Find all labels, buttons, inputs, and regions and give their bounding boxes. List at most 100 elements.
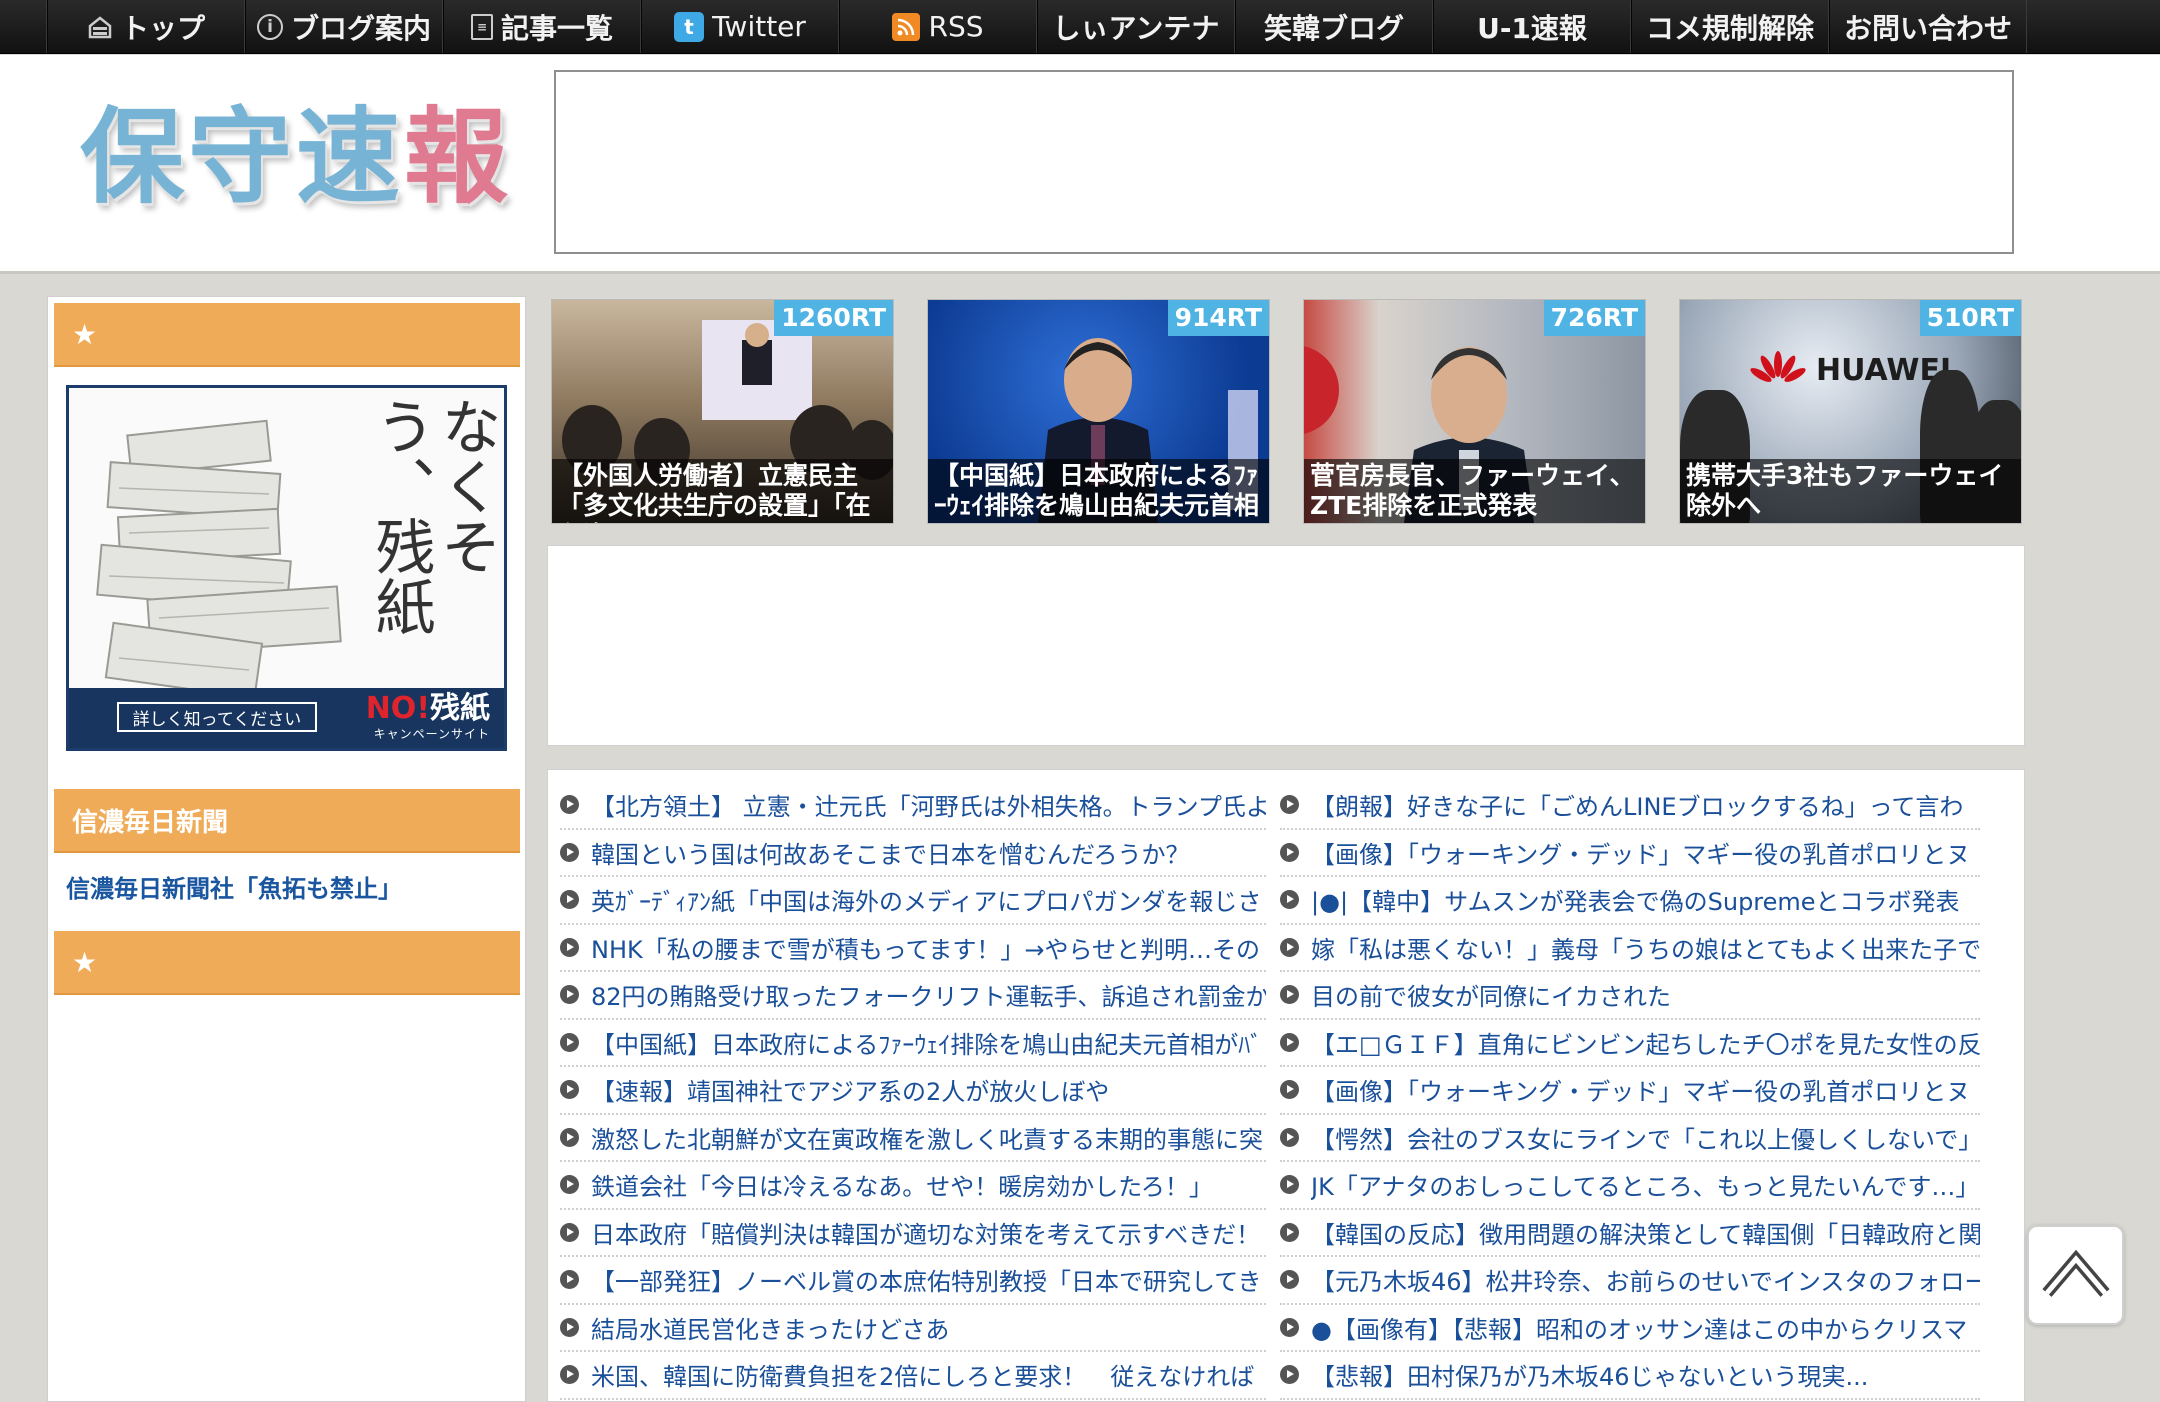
play-bullet-icon	[560, 890, 579, 910]
article-title-link[interactable]: 【愕然】会社のブス女にラインで「これ以上優しくしないで」	[1311, 1120, 1980, 1155]
brand-no-text: NO!	[365, 691, 430, 726]
article-title-link[interactable]: 82円の賄賂受け取ったフォークリフト運転手、訴追され罰金か	[591, 977, 1266, 1012]
back-to-top-button[interactable]	[2027, 1225, 2124, 1325]
list-item[interactable]: 82円の賄賂受け取ったフォークリフト運転手、訴追され罰金か	[560, 972, 1266, 1020]
retweet-count-badge: 510RT	[1919, 300, 2021, 336]
newspaper-stack-image	[96, 419, 342, 698]
article-title-link[interactable]: 【悲報】田村保乃が乃木坂46じゃないという現実...	[1311, 1357, 1868, 1392]
article-title-link[interactable]: |●|【韓中】サムスンが発表会で偽のSupremeとコラボ発表	[1311, 882, 1960, 917]
nav-label: 記事一覧	[500, 11, 613, 45]
nav-label: コメ規制解除	[1645, 11, 1814, 45]
nav-item-shokan-blog[interactable]: 笑韓ブログ	[1235, 0, 1433, 53]
article-title-link[interactable]: 【元乃木坂46】松井玲奈、お前らのせいでインスタのフォロー	[1311, 1262, 1980, 1297]
thumbnail-article-1[interactable]: 1260RT 【外国人労働者】立憲民主「多文化共生庁の設置」「在留資	[552, 300, 893, 523]
nav-item-comment-unblock[interactable]: コメ規制解除	[1631, 0, 1829, 53]
list-item[interactable]: 【速報】靖国神社でアジア系の2人が放火しぼや	[560, 1067, 1266, 1115]
banner-details-button[interactable]: 詳しく知ってください	[117, 702, 317, 732]
list-item[interactable]: 【韓国の反応】徴用問題の解決策として韓国側「日韓政府と関	[1280, 1210, 1980, 1257]
list-item[interactable]: 英ｶﾞｰﾃﾞｨｱﾝ紙「中国は海外のメディアにプロパガンダを報じさ	[560, 877, 1266, 925]
article-title-link[interactable]: 日本政府「賠償判決は韓国が適切な対策を考えて示すべきだ！	[591, 1215, 1260, 1250]
document-icon: ≡	[470, 13, 493, 40]
chevron-up-icon	[2041, 1249, 2110, 1297]
article-list-right: 【朗報】好きな子に「ごめんLINEブロックするね」って言わ 【画像】「ウォーキング…	[1280, 782, 1980, 1400]
list-item[interactable]: |●|【韓中】サムスンが発表会で偽のSupremeとコラボ発表	[1280, 877, 1980, 925]
thumbnail-article-3[interactable]: 726RT 菅官房長官、ファーウェイ、ZTE排除を正式発表	[1304, 300, 1645, 523]
nav-item-top[interactable]: トップ	[47, 0, 245, 53]
play-bullet-icon	[560, 795, 579, 815]
list-item[interactable]: 【一部発狂】ノーベル賞の本庶佑特別教授「日本で研究してき	[560, 1257, 1266, 1305]
thumbnail-article-4[interactable]: HUAWEI 510RT 携帯大手3社もファーウェイ除外へ	[1680, 300, 2021, 523]
nav-label: 笑韓ブログ	[1263, 11, 1404, 45]
nav-item-contact[interactable]: お問い合わせ	[1829, 0, 2027, 53]
site-logo[interactable]: 保守速報	[80, 105, 512, 209]
info-icon: i	[256, 13, 283, 40]
list-item[interactable]: 嫁「私は悪くない！」義母「うちの娘はとてもよく出来た子で	[1280, 925, 1980, 972]
sidebar-heading-shinano: 信濃毎日新聞	[54, 789, 520, 853]
nav-item-article-list[interactable]: ≡ 記事一覧	[443, 0, 641, 53]
article-title-link[interactable]: 米国、韓国に防衛費負担を2倍にしろと要求！ 従えなければ	[591, 1357, 1254, 1392]
logo-text-part1: 保守速	[80, 96, 405, 218]
list-item[interactable]: 激怒した北朝鮮が文在寅政権を激しく叱責する末期的事態に突	[560, 1115, 1266, 1162]
list-item[interactable]: 米国、韓国に防衛費負担を2倍にしろと要求！ 従えなければ	[560, 1352, 1266, 1400]
article-title-link[interactable]: 【韓国の反応】徴用問題の解決策として韓国側「日韓政府と関	[1311, 1215, 1980, 1250]
article-title-link[interactable]: 韓国という国は何故あそこまで日本を憎むんだろうか？	[591, 835, 1190, 870]
list-item[interactable]: 結局水道民営化きまったけどさあ	[560, 1305, 1266, 1352]
article-title-link[interactable]: JK「アナタのおしっこしてるところ、もっと見たいんです…」	[1311, 1167, 1979, 1202]
list-item[interactable]: 【悲報】田村保乃が乃木坂46じゃないという現実...	[1280, 1352, 1980, 1400]
list-item[interactable]: 韓国という国は何故あそこまで日本を憎むんだろうか？	[560, 830, 1266, 877]
thumbnail-article-2[interactable]: 914RT 【中国紙】日本政府によるﾌｧｰｳｪｲ排除を鳩山由紀夫元首相	[928, 300, 1269, 523]
article-title-link[interactable]: 【エ□ＧＩＦ】直角にビンビン起ちしたチ〇ポを見た女性の反	[1311, 1025, 1980, 1060]
list-item[interactable]: 【中国紙】日本政府によるﾌｧｰｳｪｲ排除を鳩山由紀夫元首相がﾊﾞ	[560, 1020, 1266, 1067]
nav-item-blog-guide[interactable]: i ブログ案内	[245, 0, 443, 53]
article-title-link[interactable]: 嫁「私は悪くない！」義母「うちの娘はとてもよく出来た子で	[1311, 930, 1980, 965]
article-title-link[interactable]: 激怒した北朝鮮が文在寅政権を激しく叱責する末期的事態に突	[591, 1120, 1263, 1155]
nav-item-rss[interactable]: RSS	[839, 0, 1037, 53]
list-item[interactable]: NHK「私の腰まで雪が積もってます！」→やらせと判明…その	[560, 925, 1266, 972]
list-item[interactable]: 目の前で彼女が同僚にイカされた	[1280, 972, 1980, 1020]
sidebar: ★ なくそう、残紙 詳しく知ってください NO!残紙 キャンペーンサイト 信濃毎…	[47, 296, 526, 1402]
play-bullet-icon	[560, 937, 579, 957]
sidebar-heading-text: 信濃毎日新聞	[72, 807, 229, 838]
list-item[interactable]: 【画像】「ウォーキング・デッド」マギー役の乳首ポロリとヌ	[1280, 830, 1980, 877]
list-item[interactable]: 日本政府「賠償判決は韓国が適切な対策を考えて示すべきだ！	[560, 1210, 1266, 1257]
article-title-link[interactable]: 【速報】靖国神社でアジア系の2人が放火しぼや	[591, 1072, 1109, 1107]
article-title-link[interactable]: 【朗報】好きな子に「ごめんLINEブロックするね」って言わ	[1311, 787, 1963, 822]
banner-brand: NO!残紙 キャンペーンサイト	[365, 691, 490, 741]
nav-edge	[0, 0, 47, 53]
retweet-count-badge: 1260RT	[774, 300, 893, 336]
sidebar-link-shinano[interactable]: 信濃毎日新聞社「魚拓も禁止」	[66, 869, 402, 904]
nav-item-u1-sokuho[interactable]: U-1速報	[1433, 0, 1631, 53]
nav-item-antenna[interactable]: しぃアンテナ	[1037, 0, 1235, 53]
list-item[interactable]: ●【画像有】【悲報】昭和のオッサン達はこの中からクリスマ	[1280, 1305, 1980, 1352]
article-title-link[interactable]: 鉄道会社「今日は冷えるなあ。せや！暖房効かしたろ！」	[591, 1167, 1213, 1202]
article-title-link[interactable]: 結局水道民営化きまったけどさあ	[591, 1310, 949, 1345]
play-bullet-icon	[1280, 1032, 1299, 1052]
article-list-panel: 【北方領土】 立憲・辻元氏「河野氏は外相失格。トランプ氏よ 韓国という国は何故あそ…	[547, 769, 2025, 1402]
article-title-link[interactable]: 【画像】「ウォーキング・デッド」マギー役の乳首ポロリとヌ	[1311, 835, 1970, 870]
list-item[interactable]: 【元乃木坂46】松井玲奈、お前らのせいでインスタのフォロー	[1280, 1257, 1980, 1305]
article-title-link[interactable]: 【北方領土】 立憲・辻元氏「河野氏は外相失格。トランプ氏よ	[591, 787, 1266, 822]
article-title-link[interactable]: 【画像】「ウォーキング・デッド」マギー役の乳首ポロリとヌ	[1311, 1072, 1970, 1107]
huawei-logo: HUAWEI	[1750, 350, 1951, 390]
huawei-flower-icon	[1750, 351, 1806, 382]
article-title-link[interactable]: 【中国紙】日本政府によるﾌｧｰｳｪｲ排除を鳩山由紀夫元首相がﾊﾞ	[591, 1025, 1262, 1060]
list-item[interactable]: 【愕然】会社のブス女にラインで「これ以上優しくしないで」	[1280, 1115, 1980, 1162]
article-title-link[interactable]: ●【画像有】【悲報】昭和のオッサン達はこの中からクリスマ	[1311, 1310, 1967, 1345]
play-bullet-icon	[560, 1032, 579, 1052]
article-title-link[interactable]: 目の前で彼女が同僚にイカされた	[1311, 977, 1671, 1012]
list-item[interactable]: JK「アナタのおしっこしてるところ、もっと見たいんです…」	[1280, 1162, 1980, 1210]
list-item[interactable]: 【朗報】好きな子に「ごめんLINEブロックするね」って言わ	[1280, 782, 1980, 830]
article-title-link[interactable]: 英ｶﾞｰﾃﾞｨｱﾝ紙「中国は海外のメディアにプロパガンダを報じさ	[591, 882, 1261, 917]
list-item[interactable]: 【北方領土】 立憲・辻元氏「河野氏は外相失格。トランプ氏よ	[560, 782, 1266, 830]
list-item[interactable]: 【エ□ＧＩＦ】直角にビンビン起ちしたチ〇ポを見た女性の反	[1280, 1020, 1980, 1067]
article-title-link[interactable]: 【一部発狂】ノーベル賞の本庶佑特別教授「日本で研究してき	[591, 1262, 1262, 1297]
play-bullet-icon	[560, 842, 579, 862]
star-icon: ★	[72, 945, 98, 979]
zanshi-campaign-banner[interactable]: なくそう、残紙 詳しく知ってください NO!残紙 キャンペーンサイト	[66, 385, 507, 751]
nav-label: ブログ案内	[290, 11, 431, 45]
list-item[interactable]: 【画像】「ウォーキング・デッド」マギー役の乳首ポロリとヌ	[1280, 1067, 1980, 1115]
banner-vertical-text: なくそう、残紙	[365, 396, 501, 636]
article-title-link[interactable]: NHK「私の腰まで雪が積もってます！」→やらせと判明…その	[591, 930, 1260, 965]
list-item[interactable]: 鉄道会社「今日は冷えるなあ。せや！暖房効かしたろ！」	[560, 1162, 1266, 1210]
nav-item-twitter[interactable]: t Twitter	[641, 0, 839, 53]
